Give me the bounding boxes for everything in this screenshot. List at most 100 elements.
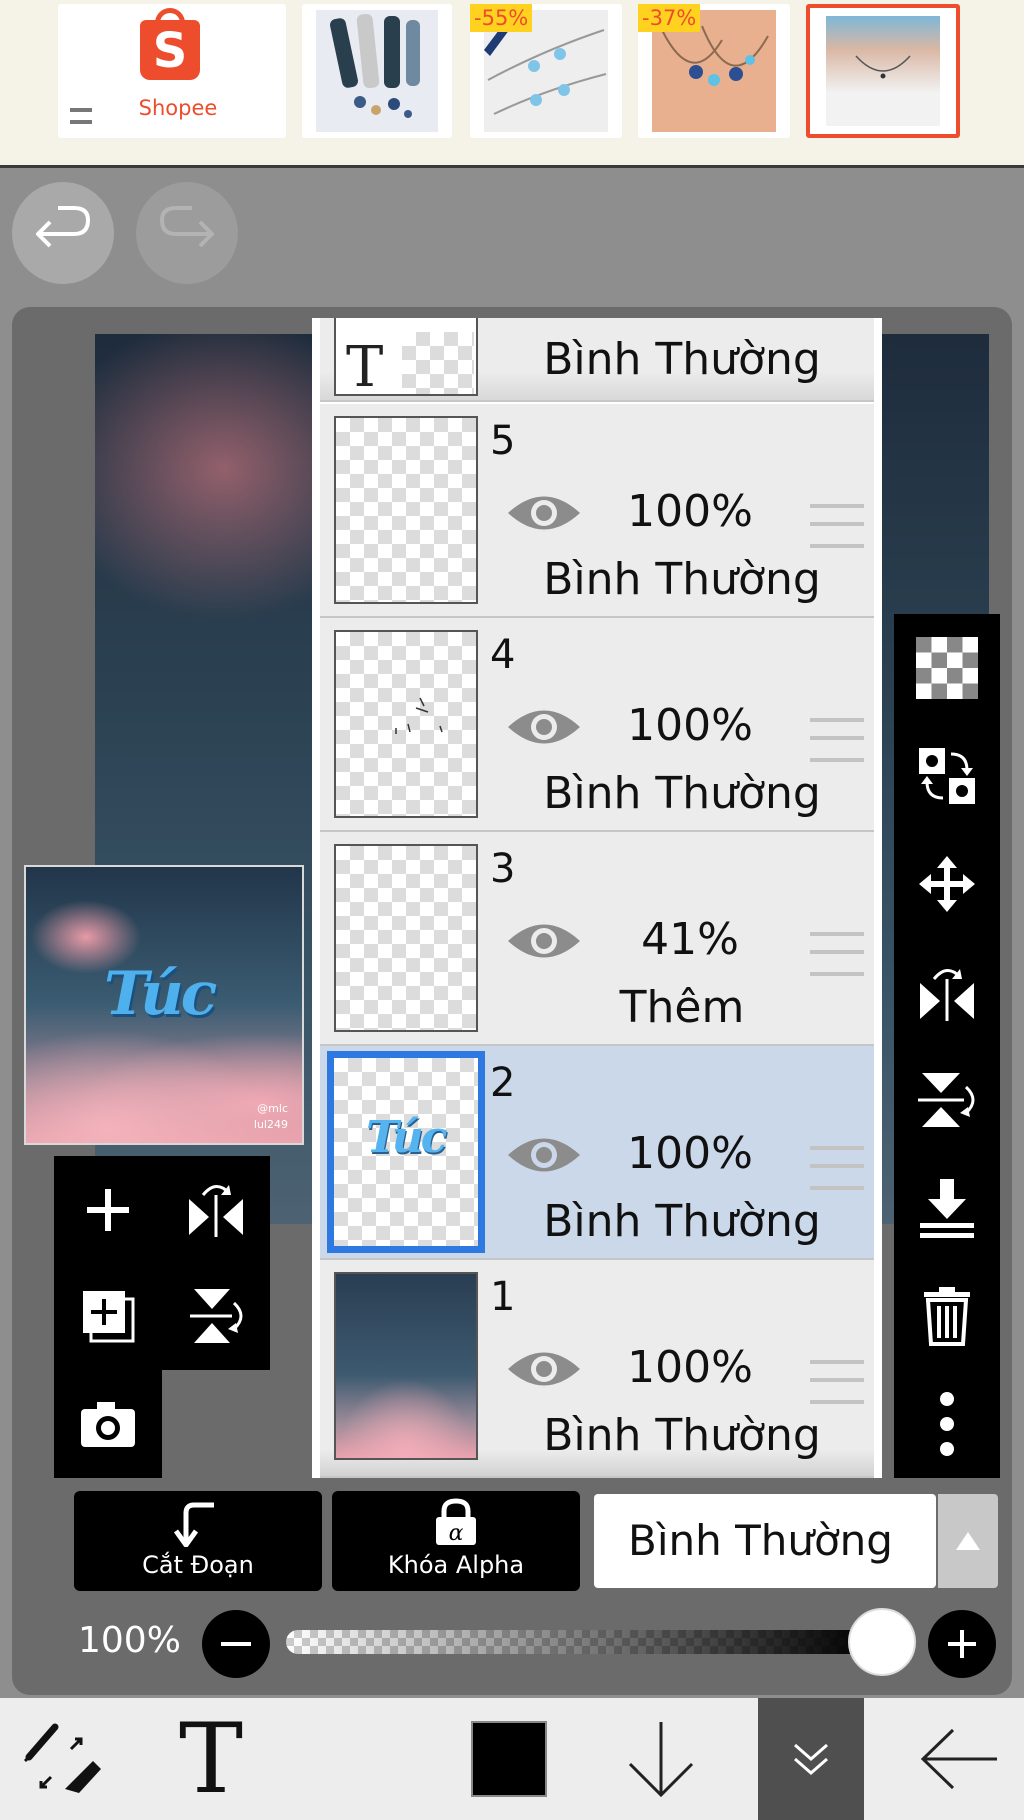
visibility-eye-icon[interactable]: [504, 916, 584, 966]
layer-row-4[interactable]: 4 100% Bình Thường: [320, 618, 874, 832]
layer-row-1[interactable]: 1 100% Bình Thường: [320, 1260, 874, 1478]
duplicate-layer-button[interactable]: [54, 1262, 162, 1370]
blend-mode-select[interactable]: Bình Thường: [594, 1494, 936, 1588]
opacity-decrease-button[interactable]: [202, 1610, 270, 1678]
alpha-lock-label: Khóa Alpha: [387, 1551, 525, 1579]
shopee-ad-logo[interactable]: S Shopee: [58, 4, 286, 138]
lock-icon: α: [436, 1498, 476, 1546]
back-button[interactable]: [904, 1698, 1014, 1820]
transform-icon: [919, 748, 975, 804]
layer-content-marks: [395, 697, 443, 734]
arrow-down-icon: [628, 1722, 694, 1798]
opacity-slider-thumb[interactable]: [848, 1608, 916, 1676]
flip-vertical-icon: [918, 1073, 975, 1127]
layer-thumbnail: Túc: [327, 1051, 485, 1253]
layer-opacity: 100%: [627, 486, 753, 537]
ad-banner[interactable]: S Shopee -55% -37%: [0, 0, 1024, 168]
brush-eraser-button[interactable]: [6, 1698, 116, 1820]
drag-handle-icon[interactable]: [810, 1146, 864, 1190]
transparent-icon: [916, 637, 978, 699]
move-button[interactable]: [894, 830, 1000, 938]
blend-mode-dropdown-button[interactable]: [938, 1494, 998, 1588]
bottom-toolbar: T: [0, 1698, 1024, 1820]
delete-layer-button[interactable]: [894, 1262, 1000, 1370]
flip-layer-vertical-button[interactable]: [162, 1262, 270, 1370]
merge-down-button[interactable]: [894, 1154, 1000, 1262]
visibility-eye-icon[interactable]: [504, 1344, 584, 1394]
add-layer-button[interactable]: [54, 1156, 162, 1264]
merge-down-icon: [920, 1179, 974, 1238]
visibility-eye-icon[interactable]: [504, 702, 584, 752]
layer-blend-mode: Bình Thường: [543, 554, 821, 605]
transform-button[interactable]: [894, 722, 1000, 830]
layer-thumbnail: [334, 630, 478, 818]
ad-menu-icon[interactable]: [70, 108, 92, 124]
camera-button[interactable]: [54, 1370, 162, 1478]
layer-thumbnail: [334, 416, 478, 604]
more-options-button[interactable]: [894, 1370, 1000, 1478]
shopee-bag-icon: S: [140, 20, 200, 80]
layer-blend-mode: Bình Thường: [543, 1196, 821, 1247]
ad-product-4[interactable]: [806, 4, 960, 138]
layer-thumbnail: T: [334, 318, 478, 400]
layer-row-3[interactable]: 3 41% Thêm: [320, 832, 874, 1046]
layer-number: 3: [490, 846, 516, 892]
duplicate-layer-icon: [83, 1291, 135, 1343]
ad-product-2[interactable]: -55%: [470, 4, 622, 138]
add-layer-icon: [87, 1189, 129, 1231]
expand-layers-button[interactable]: [758, 1698, 864, 1820]
ad-product-3[interactable]: -37%: [638, 4, 790, 138]
redo-button[interactable]: [136, 182, 238, 284]
text-tool-button[interactable]: T: [156, 1698, 266, 1820]
text-layer-icon: T: [346, 335, 384, 400]
transparent-fill-button[interactable]: [894, 614, 1000, 722]
opacity-slider[interactable]: [286, 1630, 900, 1654]
layer-row-text[interactable]: T Bình Thường: [320, 318, 874, 402]
layer-opacity: 100%: [627, 1342, 753, 1393]
visibility-eye-icon[interactable]: [504, 488, 584, 538]
flip-layer-horizontal-button[interactable]: [162, 1156, 270, 1264]
clip-label: Cắt Đoạn: [142, 1551, 254, 1579]
flip-vertical-icon: [190, 1289, 243, 1343]
chevron-double-down-icon: [794, 1743, 828, 1775]
drag-handle-icon[interactable]: [810, 718, 864, 762]
flip-horizontal-button[interactable]: [894, 938, 1000, 1046]
thumb-checker: [402, 332, 474, 394]
flip-horizontal-icon: [920, 969, 974, 1021]
layer-opacity: 41%: [641, 914, 739, 965]
layer-thumbnail: [334, 1272, 478, 1460]
drag-handle-icon[interactable]: [810, 932, 864, 976]
product-image-bracelets: [316, 10, 438, 132]
plus-icon: [948, 1630, 976, 1658]
thumb-clouds: [336, 1378, 476, 1458]
alpha-lock-button[interactable]: α Khóa Alpha: [332, 1491, 580, 1591]
visibility-eye-icon[interactable]: [504, 1130, 584, 1180]
layers-panel[interactable]: T Bình Thường 5 100% Bình Thường 4 100% …: [312, 318, 882, 1478]
layer-down-button[interactable]: [606, 1698, 716, 1820]
color-picker-button[interactable]: [454, 1698, 564, 1820]
camera-icon: [81, 1402, 135, 1447]
left-layer-tools: [54, 1156, 270, 1370]
undo-button[interactable]: [12, 182, 114, 284]
layer-number: 5: [490, 418, 516, 464]
layer-thumbnail: [334, 844, 478, 1032]
text-tool-icon: T: [178, 1703, 244, 1815]
redo-icon: [159, 206, 214, 248]
layer-row-5[interactable]: 5 100% Bình Thường: [320, 404, 874, 618]
undo-icon: [36, 206, 91, 248]
ad-product-1[interactable]: [302, 4, 452, 138]
layer-blend-mode: Thêm: [619, 982, 745, 1033]
right-toolbar: [894, 614, 1000, 1478]
trash-icon: [924, 1287, 970, 1346]
canvas-preview[interactable]: Túc @mlc lul249: [24, 865, 304, 1145]
signature-line: @mlc: [257, 1102, 288, 1115]
svg-text:α: α: [449, 1521, 464, 1546]
drag-handle-icon[interactable]: [810, 1360, 864, 1404]
layer-blend-mode: Bình Thường: [543, 1410, 821, 1461]
brush-eraser-icon: [23, 1723, 101, 1793]
layer-row-2[interactable]: Túc 2 100% Bình Thường: [320, 1046, 874, 1260]
flip-vertical-button[interactable]: [894, 1046, 1000, 1154]
opacity-increase-button[interactable]: [928, 1610, 996, 1678]
clip-button[interactable]: Cắt Đoạn: [74, 1491, 322, 1591]
drag-handle-icon[interactable]: [810, 504, 864, 548]
